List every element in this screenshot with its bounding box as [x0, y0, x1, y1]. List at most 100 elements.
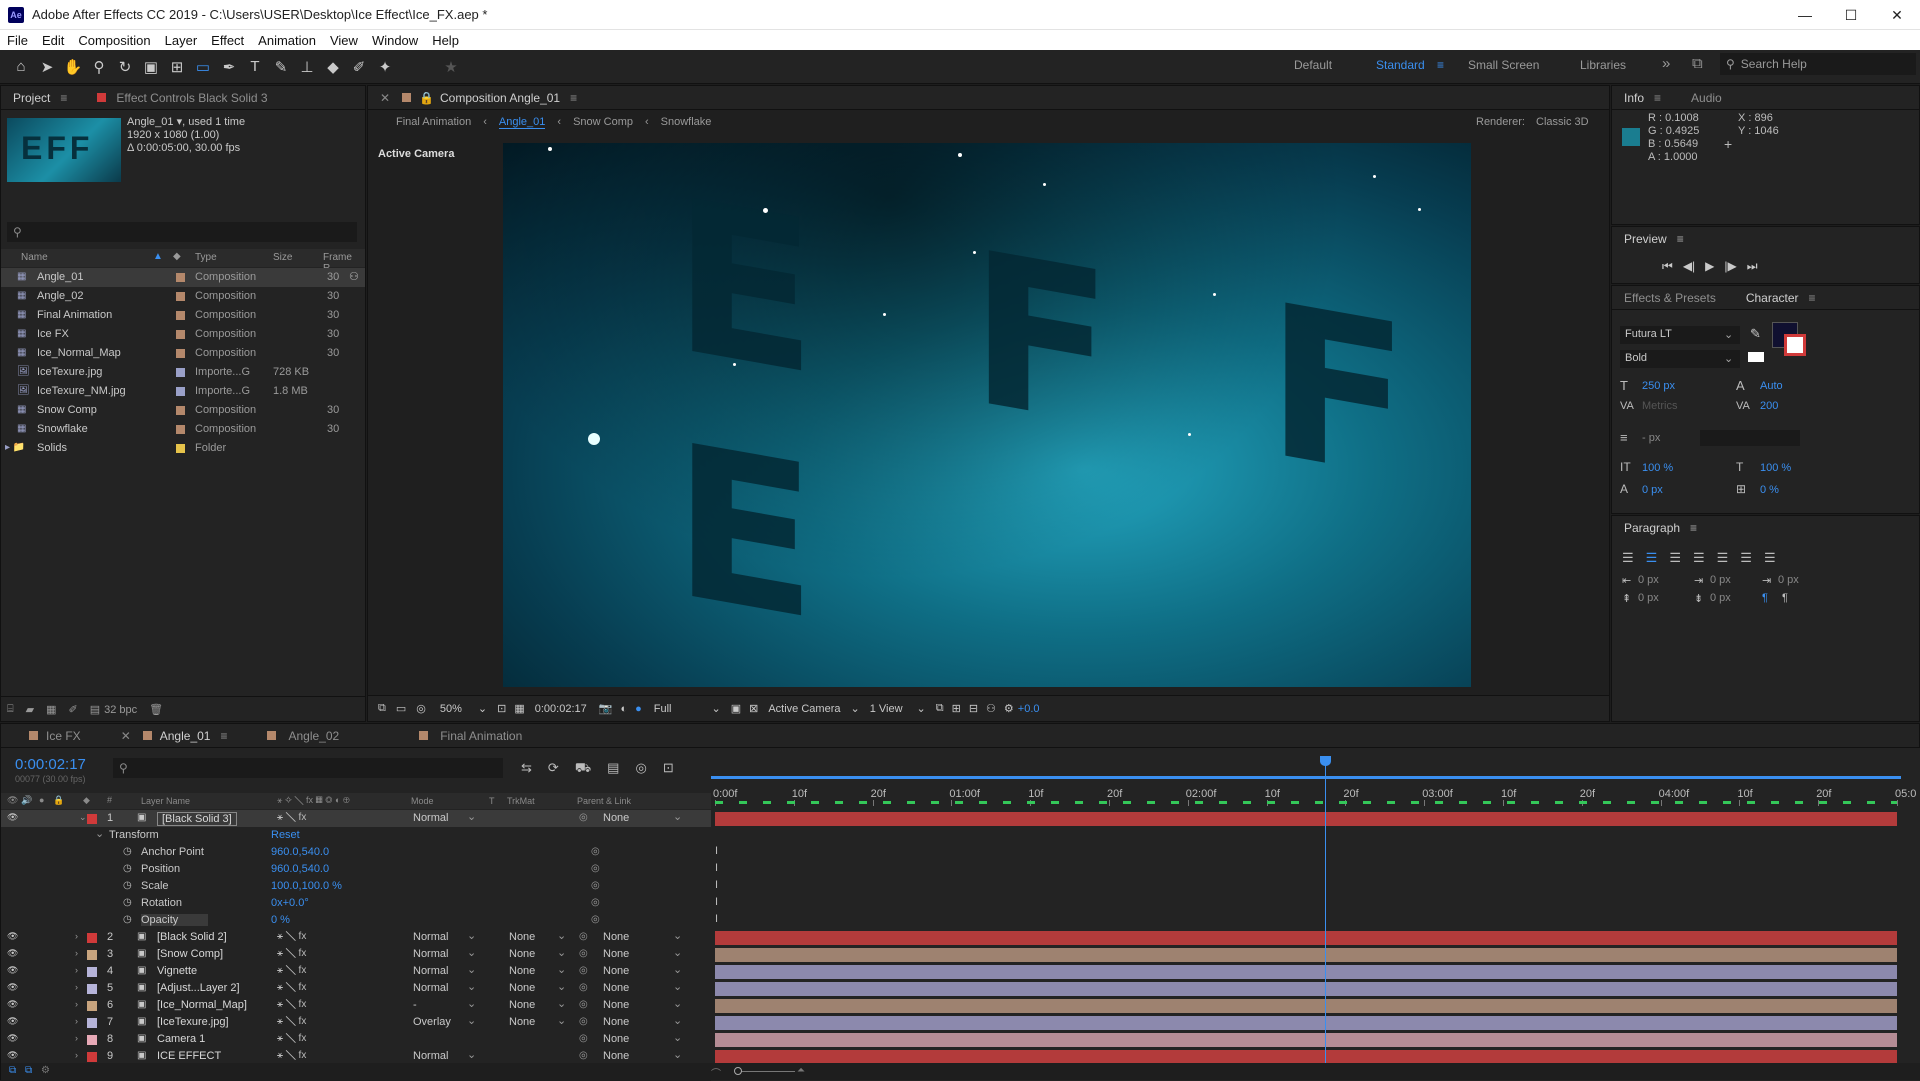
pick-whip-icon[interactable]: ◎ [579, 1033, 588, 1044]
chevron-down-icon[interactable]: ⌄ [467, 1014, 476, 1027]
minimize-button[interactable]: — [1782, 0, 1828, 30]
indent-left-value[interactable]: 0 px [1638, 574, 1659, 586]
fast-previews-icon[interactable]: ▣ [731, 702, 741, 715]
tab-audio[interactable]: Audio [1691, 91, 1722, 105]
ltr-direction-icon[interactable]: ¶ [1762, 592, 1768, 604]
eye-icon[interactable]: 👁 [7, 965, 18, 976]
pick-whip-icon[interactable]: ◎ [579, 1016, 588, 1027]
rtl-direction-icon[interactable]: ¶ [1782, 592, 1788, 604]
panel-menu-icon[interactable]: ≡ [570, 91, 577, 105]
project-item[interactable]: ▦ Angle_01 Composition 30 ⚇ [1, 268, 365, 287]
chevron-down-icon[interactable]: ⌄ [557, 946, 566, 959]
horizontal-scale-value[interactable]: 100 % [1760, 462, 1791, 474]
tab-angle-01[interactable]: Angle_01 [160, 729, 211, 743]
flowchart-icon[interactable]: ⚇ [349, 270, 359, 283]
layer-switches[interactable]: ⚹ ╲ fx [277, 982, 306, 993]
chevron-down-icon[interactable]: ⌄ [850, 702, 859, 715]
chevron-down-icon[interactable]: ⌄ [712, 702, 721, 715]
layer-row[interactable]: 👁 ⌄ 1 ▣ [Black Solid 3] ⚹ ╲ fx Normal ⌄ ◎ None ⌄ [1, 810, 711, 827]
monitor-icon[interactable]: ▭ [396, 702, 406, 715]
layer-label-swatch[interactable] [87, 1035, 97, 1045]
toggle-3d-icon[interactable]: ⊠ [749, 702, 758, 715]
project-item[interactable]: ▦ Snow Comp Composition 30 [1, 401, 365, 420]
rotation-tool-icon[interactable]: ↻ [112, 54, 138, 80]
layer-mode-dropdown[interactable]: Overlay [413, 1016, 451, 1028]
menu-animation[interactable]: Animation [251, 33, 323, 48]
label-swatch[interactable] [176, 292, 185, 301]
menu-file[interactable]: File [0, 33, 35, 48]
indent-right-value[interactable]: 0 px [1710, 574, 1731, 586]
justify-left-icon[interactable]: ☰ [1693, 550, 1705, 566]
new-folder-icon[interactable]: ▰ [26, 703, 34, 716]
trkmat-dropdown[interactable]: None [509, 1016, 535, 1028]
eye-icon[interactable]: 👁 [7, 1033, 18, 1044]
view-layout-dropdown[interactable]: 1 View [870, 703, 903, 715]
layer-label-swatch[interactable] [87, 984, 97, 994]
chevron-down-icon[interactable]: ⌄ [1724, 352, 1733, 365]
tracking-value[interactable]: 200 [1760, 400, 1778, 412]
adjust-project-settings-icon[interactable]: ✐ [68, 703, 77, 716]
reset-link[interactable]: Reset [271, 829, 300, 841]
tsume-value[interactable]: 0 % [1760, 484, 1779, 496]
exposure-value[interactable]: +0.0 [1018, 703, 1040, 715]
keyframe-marker[interactable]: I [715, 862, 718, 874]
parent-dropdown[interactable]: None [603, 1016, 629, 1028]
transform-property-row[interactable]: ◷ Rotation 0x+0.0° ◎ [1, 895, 711, 912]
menu-help[interactable]: Help [425, 33, 466, 48]
transform-property-row[interactable]: ◷ Scale 100.0,100.0 % ◎ [1, 878, 711, 895]
chevron-right-icon[interactable]: › [75, 1016, 78, 1026]
project-item[interactable]: ▸ 📁 Solids Folder [1, 439, 365, 458]
chevron-down-icon[interactable]: ⌄ [1724, 328, 1733, 341]
align-center-icon[interactable]: ☰ [1646, 550, 1658, 566]
menu-composition[interactable]: Composition [71, 33, 157, 48]
layer-row[interactable]: 👁 › 3 ▣ [Snow Comp] ⚹ ╲ fx Normal ⌄ None ⌄ ◎ None ⌄ [1, 946, 711, 963]
layer-mode-dropdown[interactable]: Normal [413, 965, 448, 977]
parent-dropdown[interactable]: None [603, 1033, 629, 1045]
menu-edit[interactable]: Edit [35, 33, 71, 48]
tab-final-animation[interactable]: Final Animation [440, 729, 522, 743]
justify-right-icon[interactable]: ☰ [1740, 550, 1752, 566]
chevron-right-icon[interactable]: › [75, 931, 78, 941]
pick-whip-icon[interactable]: ◎ [591, 846, 600, 857]
layer-duration-bar[interactable] [715, 812, 1897, 826]
chevron-down-icon[interactable]: ⌄ [467, 929, 476, 942]
property-value[interactable]: 960.0,540.0 [271, 863, 329, 875]
draft-3d-icon[interactable]: ⟳ [548, 760, 559, 778]
keyframe-marker[interactable]: I [715, 845, 718, 857]
chevron-down-icon[interactable]: ⌄ [673, 1014, 682, 1027]
layer-mode-dropdown[interactable]: Normal [413, 931, 448, 943]
baseline-shift-value[interactable]: 0 px [1642, 484, 1663, 496]
stopwatch-icon[interactable]: ◷ [123, 897, 132, 908]
chevron-down-icon[interactable]: ⌄ [557, 963, 566, 976]
label-swatch[interactable] [176, 406, 185, 415]
sort-up-icon[interactable]: ▲ [153, 251, 163, 262]
layer-duration-bar[interactable] [715, 1050, 1897, 1064]
home-icon[interactable]: ⌂ [8, 54, 34, 80]
transform-property-row[interactable]: ◷ Position 960.0,540.0 ◎ [1, 861, 711, 878]
layer-name[interactable]: Camera 1 [157, 1033, 205, 1045]
align-right-icon[interactable]: ☰ [1669, 550, 1681, 566]
layer-switches[interactable]: ⚹ ╲ fx [277, 812, 306, 823]
project-item[interactable]: ▦ Snowflake Composition 30 [1, 420, 365, 439]
work-area-bar[interactable] [711, 800, 1901, 806]
chevron-down-icon[interactable]: ⌄ [557, 980, 566, 993]
layer-name[interactable]: [Ice_Normal_Map] [157, 999, 247, 1011]
resolution-dropdown[interactable]: Full [654, 703, 672, 715]
mask-visibility-icon[interactable]: ◎ [416, 702, 426, 715]
close-tab-icon[interactable]: ✕ [380, 91, 390, 105]
project-search-input[interactable]: ⚲ [7, 222, 357, 242]
font-family-dropdown[interactable]: Futura LT [1620, 326, 1740, 344]
layer-duration-bar[interactable] [715, 931, 1897, 945]
chevron-down-icon[interactable]: ⌄ [673, 1048, 682, 1061]
frame-blending-icon[interactable]: ▤ [607, 760, 619, 778]
color-depth-icon[interactable]: ▤ [90, 703, 100, 716]
chevron-down-icon[interactable]: ⌄ [467, 946, 476, 959]
tab-effects-presets[interactable]: Effects & Presets [1624, 291, 1716, 305]
zoom-slider-thumb[interactable] [734, 1067, 742, 1075]
zoom-out-icon[interactable]: ⌒ [711, 1065, 721, 1080]
workspace-libraries[interactable]: Libraries [1580, 58, 1626, 72]
bit-depth-label[interactable]: 32 bpc [104, 704, 137, 716]
chevron-down-icon[interactable]: ⌄ [673, 946, 682, 959]
chevron-down-icon[interactable]: ⌄ [478, 702, 487, 715]
composition-viewer[interactable]: E F F E [503, 143, 1471, 687]
